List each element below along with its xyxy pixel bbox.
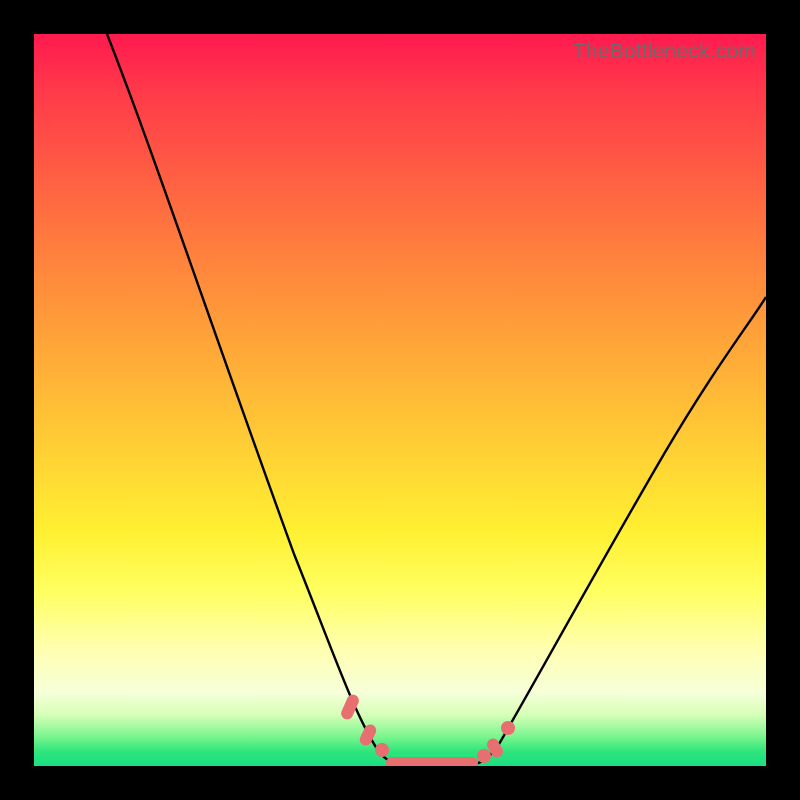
curve-overlay xyxy=(34,34,766,766)
plot-area: TheBottleneck.com xyxy=(34,34,766,766)
right-curve xyxy=(474,297,766,764)
left-curve xyxy=(107,34,399,764)
bottom-markers xyxy=(339,693,515,766)
chart-frame: TheBottleneck.com xyxy=(0,0,800,800)
